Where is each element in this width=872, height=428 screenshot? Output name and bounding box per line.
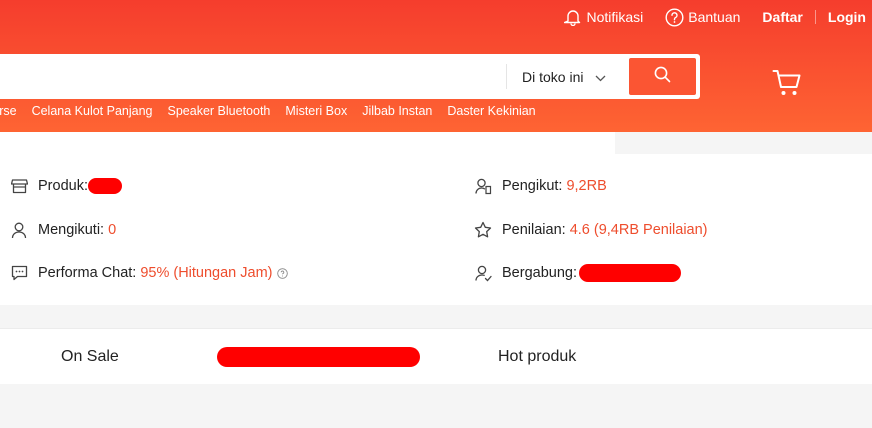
search-scope-label: Di toko ini bbox=[522, 68, 584, 85]
chat-bubble-icon bbox=[10, 264, 28, 282]
keyword-link[interactable]: Daster Kekinian bbox=[447, 104, 535, 122]
stat-following-label: Mengikuti: bbox=[38, 222, 105, 238]
help-label: Bantuan bbox=[688, 9, 741, 25]
keyword-link[interactable]: verse bbox=[0, 104, 17, 122]
star-icon bbox=[474, 221, 492, 239]
search-icon bbox=[654, 66, 671, 88]
shop-tabs: On Sale Hot produk bbox=[0, 328, 872, 384]
stat-products-value bbox=[87, 178, 122, 194]
stat-following-value: 0 bbox=[108, 222, 117, 238]
keyword-link[interactable]: Jilbab Instan bbox=[362, 104, 432, 122]
auth-divider bbox=[814, 10, 816, 24]
bell-icon bbox=[564, 8, 582, 26]
keyword-link[interactable]: Speaker Bluetooth bbox=[168, 104, 271, 122]
search-button[interactable] bbox=[629, 58, 696, 95]
keyword-link[interactable]: Misteri Box bbox=[285, 104, 347, 122]
stat-followers: Pengikut: 9,2RB bbox=[474, 177, 607, 195]
stat-followers-label: Pengikut: bbox=[502, 178, 563, 194]
stat-joined: Bergabung: bbox=[474, 264, 681, 282]
tab-on-sale[interactable]: On Sale bbox=[61, 329, 119, 385]
stat-joined-label: Bergabung: bbox=[502, 265, 577, 281]
stat-chat-performance-label: Performa Chat: bbox=[38, 265, 137, 281]
stat-joined-value bbox=[578, 264, 681, 282]
top-navbar: Notifikasi Bantuan Daftar Login bbox=[542, 0, 866, 34]
register-link[interactable]: Daftar bbox=[762, 9, 802, 25]
notifications-link[interactable]: Notifikasi bbox=[564, 8, 643, 26]
followers-icon bbox=[474, 177, 492, 195]
question-circle-icon bbox=[665, 7, 684, 27]
help-circle-icon[interactable] bbox=[276, 267, 288, 279]
stat-chat-performance-value: 95% (Hitungan Jam) bbox=[140, 265, 273, 281]
tab-redacted-label bbox=[217, 347, 420, 367]
user-icon bbox=[10, 221, 28, 239]
search-divider bbox=[506, 64, 507, 89]
tab-redacted[interactable] bbox=[217, 329, 420, 385]
stat-followers-value: 9,2RB bbox=[566, 178, 607, 194]
tab-hot-products[interactable]: Hot produk bbox=[498, 329, 576, 385]
search-input[interactable] bbox=[0, 54, 505, 99]
help-link[interactable]: Bantuan bbox=[665, 7, 741, 27]
cart-button[interactable] bbox=[772, 68, 802, 103]
notifications-label: Notifikasi bbox=[586, 9, 644, 25]
stat-following: Mengikuti: 0 bbox=[10, 221, 116, 239]
stat-chat-performance: Performa Chat: 95% (Hitungan Jam) bbox=[10, 264, 288, 282]
search-bar: Di toko ini bbox=[0, 54, 700, 99]
chevron-down-icon bbox=[595, 69, 606, 85]
login-link[interactable]: Login bbox=[828, 9, 866, 25]
stat-rating: Penilaian: 4.6 (9,4RB Penilaian) bbox=[474, 221, 708, 239]
card-corner-background bbox=[615, 132, 872, 154]
stat-rating-value: 4.6 (9,4RB Penilaian) bbox=[569, 222, 708, 238]
keyword-link[interactable]: Celana Kulot Panjang bbox=[32, 104, 153, 122]
stat-rating-label: Penilaian: bbox=[502, 222, 566, 238]
shopping-cart-icon bbox=[772, 70, 802, 102]
stat-products: Produk: bbox=[10, 177, 122, 195]
trending-keywords: verse Celana Kulot Panjang Speaker Bluet… bbox=[0, 104, 536, 122]
search-scope-select[interactable]: Di toko ini bbox=[522, 54, 606, 99]
header: Notifikasi Bantuan Daftar Login Di toko … bbox=[0, 0, 872, 132]
user-check-icon bbox=[474, 264, 492, 282]
stat-products-label: Produk: bbox=[38, 178, 88, 194]
tabs-corner-background bbox=[615, 305, 872, 329]
store-icon bbox=[10, 177, 28, 195]
